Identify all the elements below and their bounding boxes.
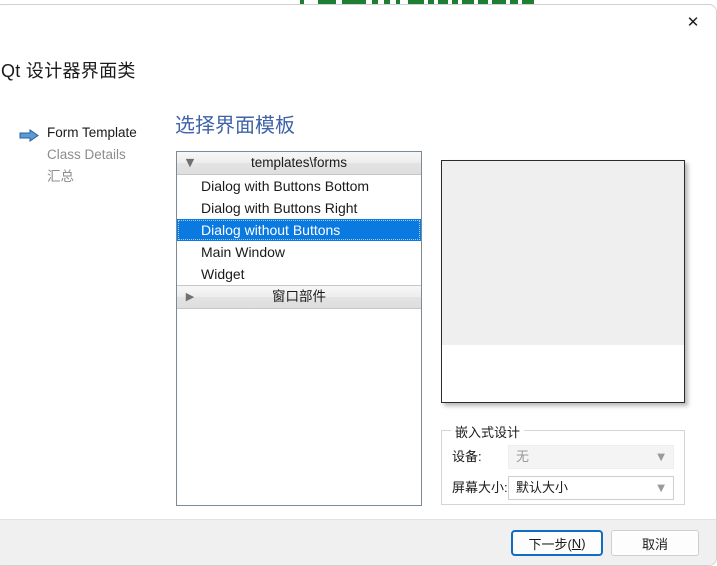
- chevron-down-icon: ▼: [657, 451, 665, 463]
- next-button-mnemonic: N: [571, 535, 582, 551]
- dialog-footer: 下一步(N) 取消: [0, 519, 716, 565]
- list-group-header-widgets[interactable]: ▶ 窗口部件: [177, 285, 421, 309]
- list-item[interactable]: Dialog with Buttons Bottom: [177, 175, 421, 197]
- list-group-header-templates-forms[interactable]: ▼ templates\forms: [177, 152, 421, 175]
- list-item-label: Main Window: [201, 244, 286, 260]
- cancel-button[interactable]: 取消: [611, 530, 699, 556]
- chevron-down-icon: ▼: [657, 482, 665, 494]
- list-item-label: Dialog with Buttons Bottom: [201, 178, 370, 194]
- list-group-header-label: templates\forms: [250, 155, 348, 170]
- screen-size-select[interactable]: 默认大小 ▼: [508, 476, 674, 500]
- screen-size-row: 屏幕大小: 默认大小 ▼: [442, 476, 684, 500]
- preview-form-surface: [442, 161, 684, 345]
- sidebar-item-label: Form Template: [47, 125, 137, 140]
- close-icon[interactable]: ✕: [670, 5, 716, 39]
- sidebar-item-label: Class Details: [47, 147, 126, 162]
- wizard-steps-nav: Form Template Class Details 汇总: [19, 122, 169, 188]
- chevron-right-icon: ▶: [185, 290, 195, 303]
- device-label: 设备:: [452, 449, 482, 464]
- list-item-label: Dialog with Buttons Right: [201, 200, 358, 216]
- list-item[interactable]: Main Window: [177, 241, 421, 263]
- screen-size-select-value: 默认大小: [516, 480, 569, 495]
- list-empty-area: [177, 309, 421, 499]
- section-heading: 选择界面模板: [175, 115, 295, 137]
- chevron-down-icon: ▼: [185, 156, 195, 169]
- next-button-label-suffix: ): [581, 535, 586, 551]
- embedded-design-title: 嵌入式设计: [451, 422, 525, 441]
- screen-size-label: 屏幕大小:: [452, 480, 508, 495]
- list-item[interactable]: Dialog with Buttons Right: [177, 197, 421, 219]
- titlebar: ✕: [0, 5, 716, 41]
- right-arrow-icon: [19, 127, 39, 142]
- page-title: Qt 设计器界面类: [1, 61, 136, 81]
- template-list[interactable]: ▼ templates\forms Dialog with Buttons Bo…: [176, 151, 422, 506]
- cancel-button-label: 取消: [641, 536, 668, 552]
- sidebar-item-summary[interactable]: 汇总: [19, 166, 169, 188]
- template-preview: [441, 160, 685, 403]
- list-item-label: Dialog without Buttons: [201, 222, 341, 238]
- device-select-value: 无: [516, 449, 530, 464]
- next-button-label-prefix: 下一步(: [528, 536, 572, 552]
- list-item-label: Widget: [201, 266, 245, 282]
- list-group-header-label: 窗口部件: [272, 289, 326, 304]
- sidebar-item-label: 汇总: [47, 169, 74, 184]
- embedded-design-group: 嵌入式设计 设备: 无 ▼ 屏幕大小: 默认大小 ▼: [441, 422, 685, 505]
- list-item[interactable]: Widget: [177, 263, 421, 285]
- next-button[interactable]: 下一步(N): [511, 530, 603, 556]
- sidebar-item-form-template[interactable]: Form Template: [19, 122, 169, 144]
- device-row: 设备: 无 ▼: [442, 445, 684, 469]
- qt-designer-form-class-dialog: ✕ Qt 设计器界面类 Form Template Class Details …: [0, 4, 717, 566]
- list-item-selected[interactable]: Dialog without Buttons: [177, 219, 421, 241]
- sidebar-item-class-details[interactable]: Class Details: [19, 144, 169, 166]
- device-select[interactable]: 无 ▼: [508, 445, 674, 469]
